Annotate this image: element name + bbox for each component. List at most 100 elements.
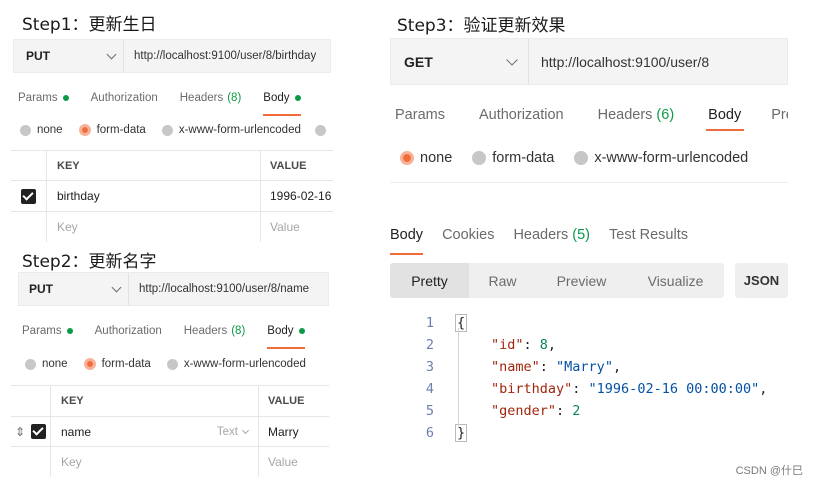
tab-params-label: Params xyxy=(18,92,58,104)
tab-headers-label: Headers xyxy=(183,325,228,337)
tab-params-label: Params xyxy=(22,325,62,337)
method-select[interactable]: PUT xyxy=(19,273,129,305)
tab-test-results-label: Test Results xyxy=(609,227,688,243)
chevron-down-icon xyxy=(111,282,122,292)
tab-cookies[interactable]: Cookies xyxy=(442,227,494,243)
radio-form-data[interactable]: form-data xyxy=(78,124,146,136)
status-dot xyxy=(62,95,69,101)
radio-form-data-label: form-data xyxy=(96,124,146,136)
tab-authorization[interactable]: Authorization xyxy=(479,107,564,123)
drag-handle-icon[interactable]: ⇕ xyxy=(15,425,25,439)
tab-authorization[interactable]: Authorization xyxy=(91,92,158,104)
code-line: 3 "name": "Marry", xyxy=(406,356,621,378)
radio-none-label: none xyxy=(37,124,63,136)
key-cell[interactable]: name Text xyxy=(51,417,259,446)
active-tab-underline xyxy=(267,347,305,349)
radio-circle-selected xyxy=(83,358,96,370)
params-table: KEY VALUE ⇕ name Text Marry Key Value xyxy=(11,385,329,477)
tab-response-body-label: Body xyxy=(390,227,424,243)
tab-headers[interactable]: Headers (8) xyxy=(184,325,246,337)
tab-body[interactable]: Body xyxy=(267,325,305,349)
tab-response-headers-label: Headers xyxy=(513,227,569,243)
method-label: GET xyxy=(404,53,433,70)
json-key: "id" xyxy=(491,337,524,353)
row-checkbox[interactable] xyxy=(21,188,36,204)
status-dot xyxy=(298,328,305,334)
tab-test-results[interactable]: Test Results xyxy=(609,227,688,243)
tab-headers-label: Headers xyxy=(597,107,653,123)
tab-body[interactable]: Body xyxy=(263,92,301,116)
radio-form-data-label: form-data xyxy=(492,150,555,166)
tab-params[interactable]: Params xyxy=(18,92,69,104)
radio-none[interactable]: none xyxy=(20,124,63,136)
url-input[interactable]: http://localhost:9100/user/8 xyxy=(529,54,709,70)
type-select[interactable]: Text xyxy=(217,426,250,438)
step3-title: Step3：验证更新效果 xyxy=(397,16,566,36)
radio-circle-selected xyxy=(400,151,414,165)
key-placeholder[interactable]: Key xyxy=(47,212,261,242)
column-key-header: KEY xyxy=(47,151,261,180)
params-table: KEY VALUE birthday 1996-02-16 Key Value xyxy=(11,150,333,242)
view-raw-button[interactable]: Raw xyxy=(469,263,536,298)
value-placeholder[interactable]: Value xyxy=(261,212,333,242)
tab-response-headers[interactable]: Headers (5) xyxy=(513,227,590,243)
radio-none-label: none xyxy=(420,150,453,166)
line-number: 6 xyxy=(425,425,434,441)
url-input[interactable]: http://localhost:9100/user/8/birthday xyxy=(124,50,316,62)
tab-params[interactable]: Params xyxy=(22,325,73,337)
headers-count: (6) xyxy=(656,107,675,123)
radio-urlencoded-label: x-www-form-urlencoded xyxy=(594,150,749,166)
value-placeholder[interactable]: Value xyxy=(259,447,329,477)
chevron-down-icon xyxy=(106,49,117,59)
tab-pre-request[interactable]: Pre xyxy=(771,107,788,123)
response-code-viewer: 1{ 2 "id": 8, 3 "name": "Marry", 4 "birthda… xyxy=(406,312,788,446)
radio-form-data-label: form-data xyxy=(101,358,151,370)
radio-form-data[interactable]: form-data xyxy=(472,150,554,166)
value-cell[interactable]: Marry xyxy=(259,417,329,446)
radio-none[interactable]: none xyxy=(400,150,452,166)
table-header-row: KEY VALUE xyxy=(11,151,333,181)
radio-form-data[interactable]: form-data xyxy=(83,358,151,370)
key-cell[interactable]: birthday xyxy=(47,181,261,211)
line-number: 3 xyxy=(425,359,434,375)
method-select[interactable]: PUT xyxy=(14,40,124,72)
table-row-empty: Key Value xyxy=(11,447,329,477)
active-tab-underline xyxy=(706,129,744,131)
json-value: "1996-02-16 00:00:00" xyxy=(588,381,760,397)
radio-none[interactable]: none xyxy=(25,358,68,370)
response-headers-count: (5) xyxy=(572,227,590,243)
tab-params[interactable]: Params xyxy=(395,107,445,123)
request-bar: GET http://localhost:9100/user/8 xyxy=(390,38,788,85)
table-row: birthday 1996-02-16 xyxy=(11,181,333,212)
request-tabs: Params Authorization Headers(6) Body Pre xyxy=(395,103,788,127)
line-number: 1 xyxy=(425,315,434,331)
view-pretty-button[interactable]: Pretty xyxy=(390,263,469,298)
tab-authorization[interactable]: Authorization xyxy=(95,325,162,337)
radio-x-www-form-urlencoded[interactable]: x-www-form-urlencoded xyxy=(166,358,306,370)
tab-authorization-label: Authorization xyxy=(478,107,564,123)
row-checkbox[interactable] xyxy=(31,424,47,439)
key-placeholder[interactable]: Key xyxy=(51,447,259,477)
format-select[interactable]: JSON xyxy=(735,263,788,298)
url-input[interactable]: http://localhost:9100/user/8/name xyxy=(129,283,309,295)
line-number: 4 xyxy=(425,381,434,397)
method-select[interactable]: GET xyxy=(391,39,529,84)
active-tab-underline xyxy=(390,253,424,255)
json-key: "name" xyxy=(491,359,540,375)
tab-response-body[interactable]: Body xyxy=(390,227,424,255)
view-preview-button[interactable]: Preview xyxy=(536,263,627,298)
divider xyxy=(390,182,788,183)
status-dot xyxy=(294,95,301,101)
close-brace: } xyxy=(455,424,468,442)
tab-cookies-label: Cookies xyxy=(442,227,495,243)
tab-pre-label: Pre xyxy=(771,107,788,123)
radio-circle-partial[interactable] xyxy=(314,124,326,136)
radio-x-www-form-urlencoded[interactable]: x-www-form-urlencoded xyxy=(161,124,301,136)
value-cell[interactable]: 1996-02-16 xyxy=(261,181,333,211)
indent-guide xyxy=(458,328,459,428)
tab-headers[interactable]: Headers (8) xyxy=(180,92,242,104)
tab-headers[interactable]: Headers (6) xyxy=(598,107,675,123)
tab-body[interactable]: Body xyxy=(708,107,741,123)
radio-x-www-form-urlencoded[interactable]: x-www-form-urlencoded xyxy=(574,150,748,166)
view-visualize-button[interactable]: Visualize xyxy=(627,263,724,298)
